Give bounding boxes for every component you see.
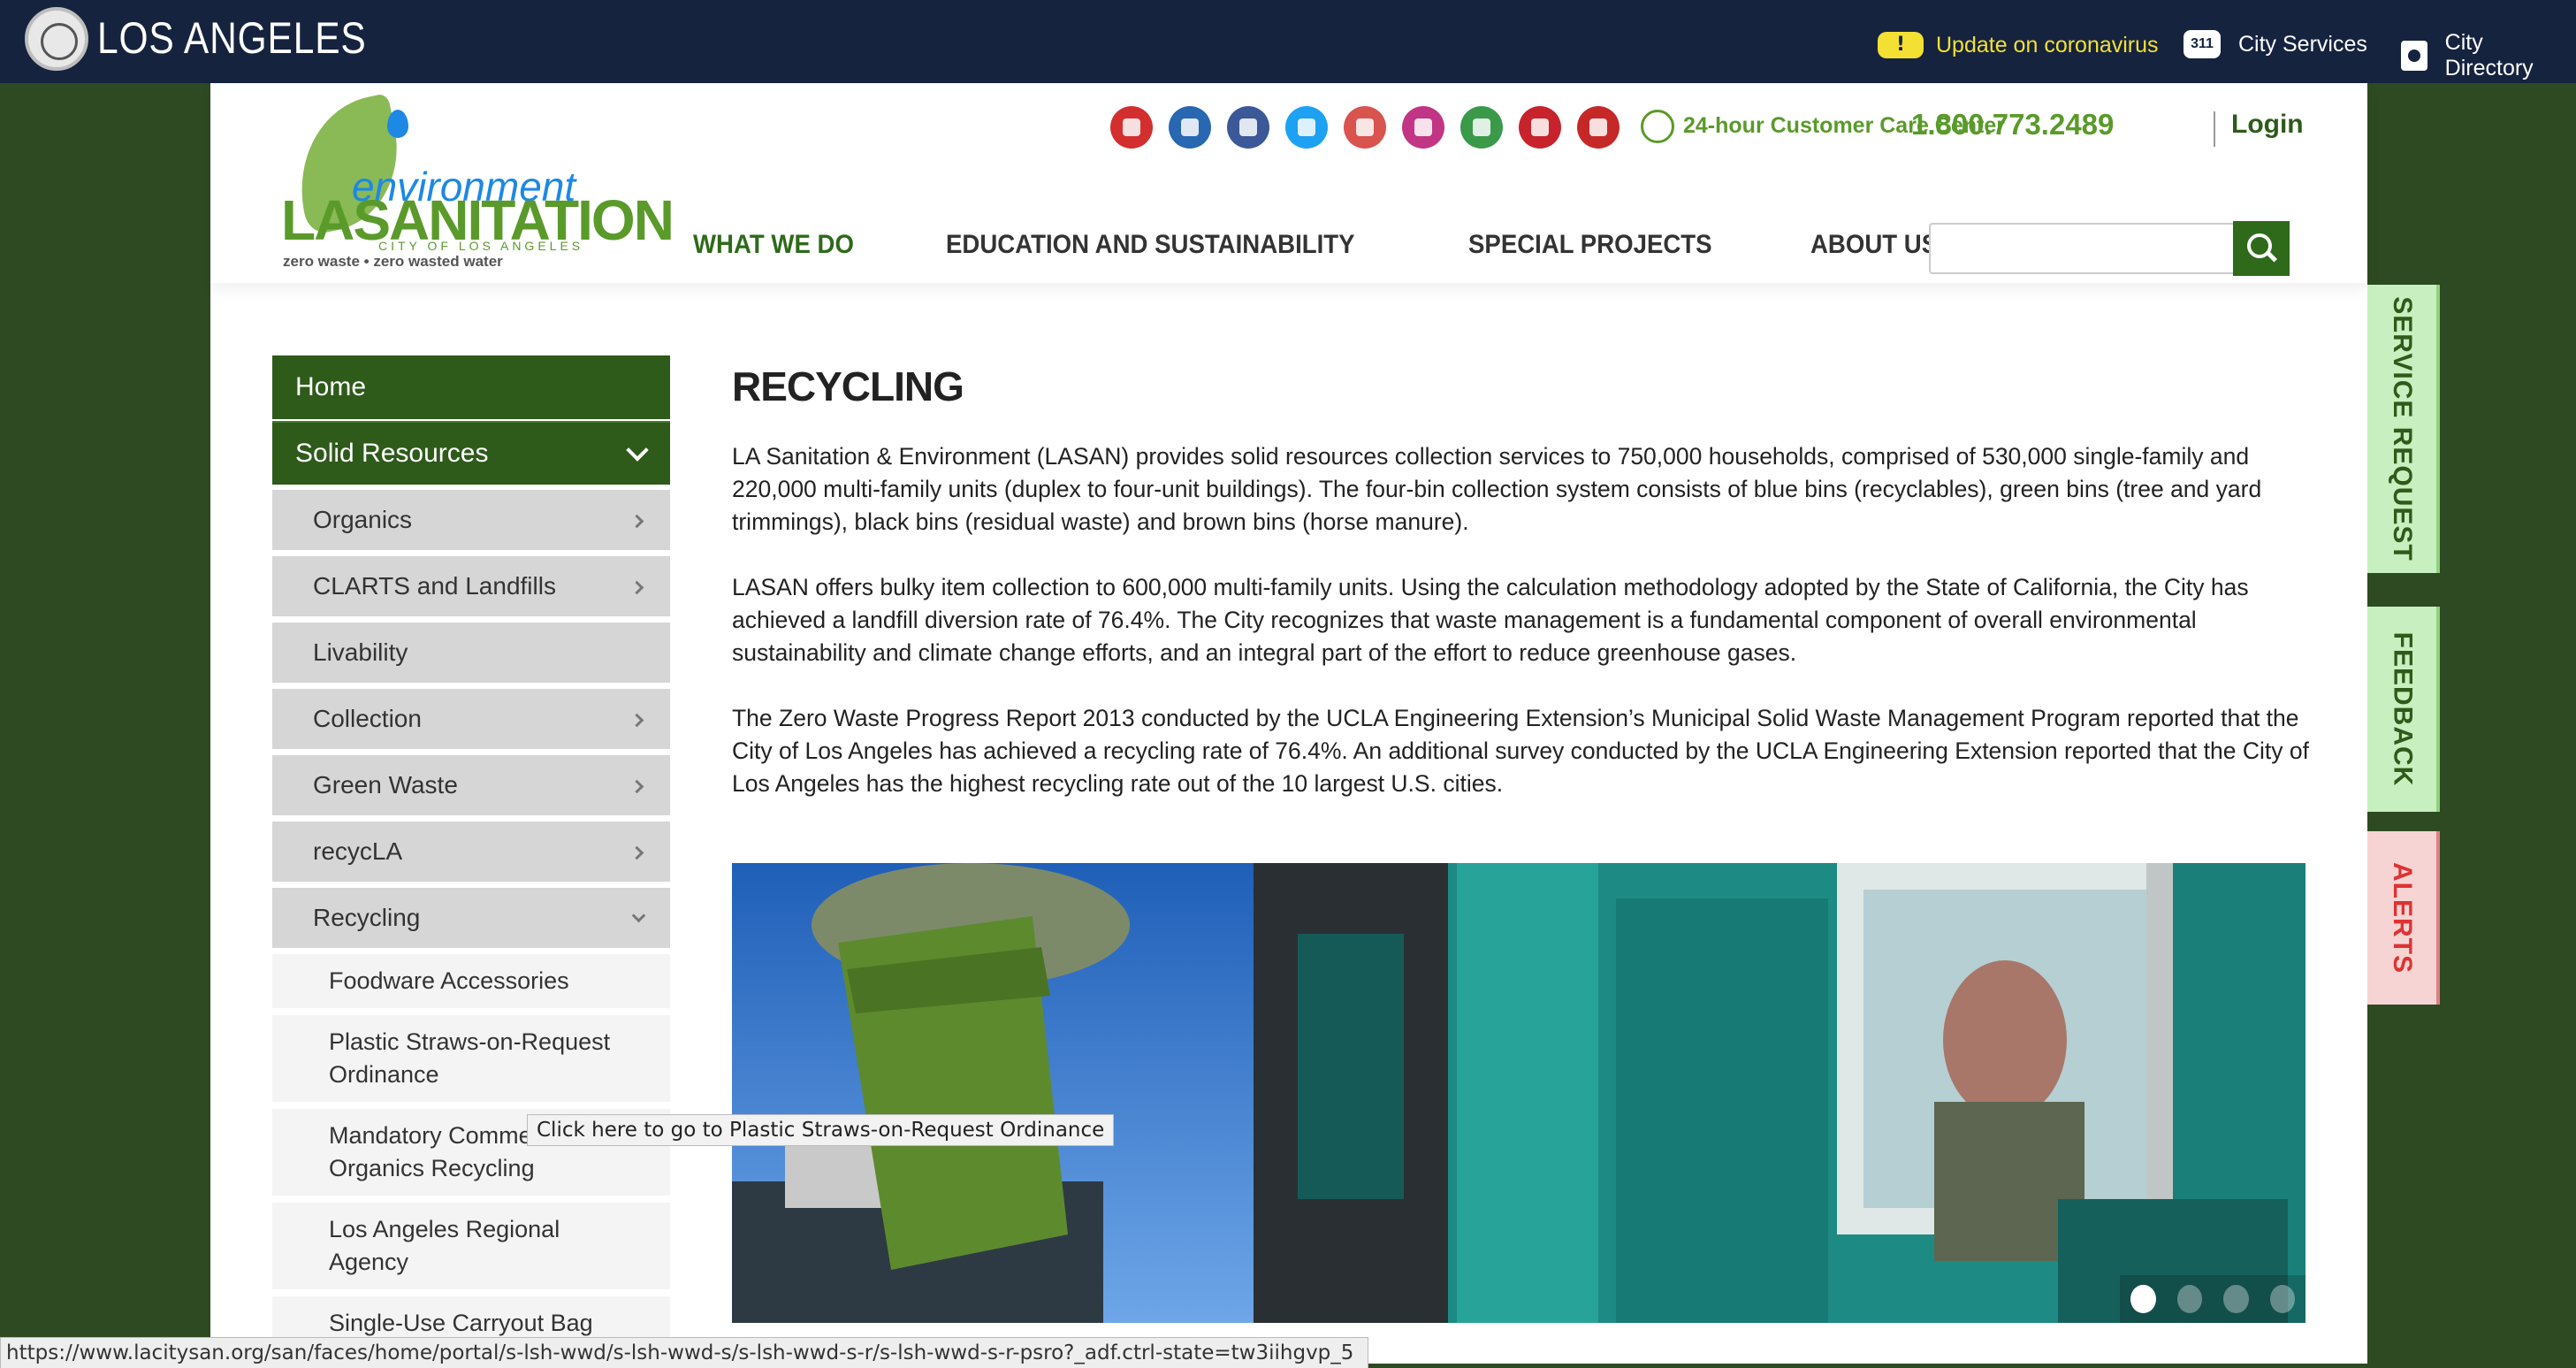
- main-content: RECYCLING LA Sanitation & Environment (L…: [732, 363, 2314, 833]
- slide-image: [732, 863, 2305, 1323]
- covid-update-link[interactable]: ! Update on coronavirus: [1878, 30, 2159, 60]
- page-panel: environment LASANITATION CITY OF LOS ANG…: [210, 83, 2367, 1364]
- slider-dot[interactable]: [2223, 1285, 2249, 1313]
- sidebar-item-green-waste[interactable]: Green Waste: [272, 755, 670, 815]
- alerts-tab[interactable]: ALERTS: [2367, 831, 2440, 1005]
- main-nav: WHAT WE DO EDUCATION AND SUSTAINABILITY …: [693, 230, 2027, 260]
- sidebar-item-clarts[interactable]: CLARTS and Landfills: [272, 556, 670, 616]
- sidebar-item-label: Green Waste: [313, 771, 458, 799]
- paragraph: LASAN offers bulky item collection to 60…: [732, 574, 2249, 666]
- service-request-label: SERVICE REQUEST: [2388, 296, 2417, 562]
- feedback-label: FEEDBACK: [2388, 631, 2418, 787]
- alert-icon[interactable]: [1110, 106, 1153, 149]
- linkedin-icon[interactable]: [1169, 106, 1211, 149]
- chevron-right-icon: [629, 514, 644, 529]
- sidebar-item-collection[interactable]: Collection: [272, 689, 670, 749]
- city-name[interactable]: LOS ANGELES: [97, 12, 367, 64]
- covid-update-label[interactable]: Update on coronavirus: [1936, 33, 2159, 58]
- alert-badge-icon: !: [1878, 32, 1924, 58]
- slider-dots: [2120, 1275, 2305, 1323]
- sidebar-item-label: Solid Resources: [295, 439, 489, 468]
- nextdoor-icon[interactable]: [1460, 106, 1503, 149]
- sidebar-item-recycling[interactable]: Recycling: [272, 888, 670, 948]
- city-topbar: LOS ANGELES ! Update on coronavirus 311 …: [0, 0, 2576, 83]
- image-slider[interactable]: [732, 863, 2305, 1323]
- nav-what-we-do[interactable]: WHAT WE DO: [693, 230, 854, 260]
- chevron-right-icon: [629, 713, 644, 728]
- nav-education-sustainability[interactable]: EDUCATION AND SUSTAINABILITY: [946, 230, 1355, 260]
- sidebar-item-livability[interactable]: Livability: [272, 623, 670, 683]
- directory-icon: [2401, 41, 2427, 71]
- divider: [2214, 111, 2215, 147]
- sidebar-subitem-foodware[interactable]: Foodware Accessories: [272, 954, 670, 1008]
- lasan-logo[interactable]: environment LASANITATION CITY OF LOS ANG…: [281, 93, 674, 270]
- social-icons: [1110, 106, 1635, 149]
- instagram-icon[interactable]: [1402, 106, 1444, 149]
- site-header: environment LASANITATION CITY OF LOS ANG…: [210, 83, 2367, 283]
- sidebar-item-label: recycLA: [313, 837, 403, 865]
- sidebar-item-label: Organics: [313, 506, 413, 533]
- facebook-icon[interactable]: [1227, 106, 1269, 149]
- city-services-label[interactable]: City Services: [2238, 32, 2367, 57]
- city-directory-link[interactable]: City Directory: [2401, 30, 2576, 81]
- sidebar-subitem-regional-agency[interactable]: Los Angeles Regional Agency: [272, 1203, 670, 1289]
- paragraph: LA Sanitation & Environment (LASAN) prov…: [732, 443, 2262, 535]
- city-seal-icon[interactable]: [25, 7, 88, 71]
- search-input[interactable]: [1929, 223, 2235, 274]
- sidebar-item-label: Collection: [313, 705, 422, 732]
- tooltip: Click here to go to Plastic Straws-on-Re…: [527, 1114, 1115, 1146]
- water-drop-icon: [387, 110, 408, 138]
- phone-icon: [1641, 110, 1674, 143]
- 311-icon: 311: [2184, 30, 2221, 58]
- pinterest-icon[interactable]: [1519, 106, 1561, 149]
- sidebar-item-recycla[interactable]: recycLA: [272, 822, 670, 882]
- service-request-tab[interactable]: SERVICE REQUEST: [2367, 285, 2440, 573]
- chevron-down-icon: [626, 439, 649, 462]
- paragraph: The Zero Waste Progress Report 2013 cond…: [732, 705, 2309, 797]
- sidebar-nav: Home Solid Resources Organics CLARTS and…: [272, 355, 670, 1357]
- nav-about-us[interactable]: ABOUT US: [1810, 230, 1938, 260]
- search-button[interactable]: [2233, 221, 2290, 276]
- chevron-down-icon: [631, 908, 646, 923]
- slider-dot[interactable]: [2176, 1285, 2202, 1313]
- sidebar-item-label: Livability: [313, 638, 408, 666]
- logo-tagline: zero waste • zero wasted water: [283, 253, 503, 270]
- youtube-icon[interactable]: [1344, 106, 1386, 149]
- alerts-label: ALERTS: [2388, 862, 2417, 974]
- twitter-icon[interactable]: [1285, 106, 1328, 149]
- sidebar-item-home[interactable]: Home: [272, 355, 670, 419]
- city-directory-label[interactable]: City Directory: [2445, 30, 2576, 81]
- login-link[interactable]: Login: [2231, 110, 2304, 140]
- chevron-right-icon: [629, 779, 644, 794]
- slider-dot[interactable]: [2269, 1285, 2295, 1313]
- email-icon[interactable]: [1577, 106, 1620, 149]
- logo-city-text: CITY OF LOS ANGELES: [378, 239, 584, 253]
- sidebar-item-label: CLARTS and Landfills: [313, 572, 556, 600]
- city-services-link[interactable]: 311 City Services: [2184, 30, 2367, 58]
- nav-special-projects[interactable]: SPECIAL PROJECTS: [1468, 230, 1712, 260]
- page-title: RECYCLING: [732, 363, 964, 409]
- sidebar-item-solid-resources[interactable]: Solid Resources: [272, 421, 670, 485]
- sidebar-item-label: Recycling: [313, 904, 421, 931]
- sidebar-item-organics[interactable]: Organics: [272, 490, 670, 550]
- chevron-right-icon: [629, 580, 644, 595]
- care-phone-number[interactable]: 1.800.773.2489: [1911, 108, 2114, 141]
- slider-dot[interactable]: [2130, 1285, 2156, 1313]
- chevron-right-icon: [629, 845, 644, 860]
- feedback-tab[interactable]: FEEDBACK: [2367, 607, 2440, 812]
- sidebar-subitem-plastic-straws[interactable]: Plastic Straws-on-Request Ordinance: [272, 1015, 670, 1102]
